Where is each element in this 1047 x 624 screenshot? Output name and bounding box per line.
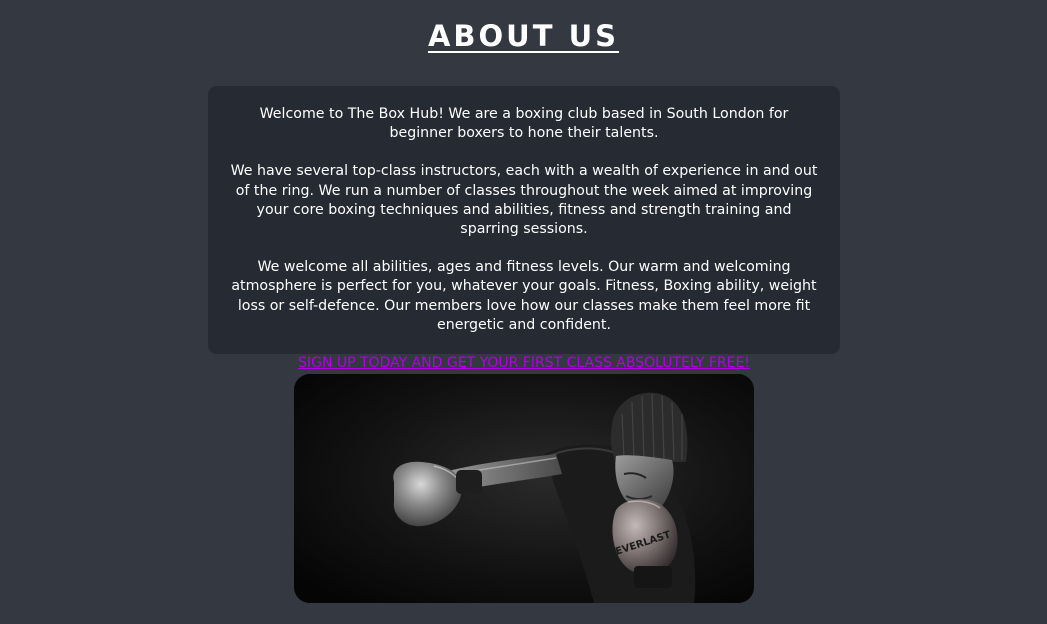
cta-container: SIGN UP TODAY AND GET YOUR FIRST CLASS A… <box>226 354 822 373</box>
boxer-photo: EVERLAST <box>294 374 754 603</box>
signup-link[interactable]: SIGN UP TODAY AND GET YOUR FIRST CLASS A… <box>298 355 750 371</box>
page-title: ABOUT US <box>427 19 620 53</box>
intro-paragraph: Welcome to The Box Hub! We are a boxing … <box>259 106 789 142</box>
about-card: Welcome to The Box Hub! We are a boxing … <box>208 86 840 371</box>
instructors-paragraph: We have several top-class instructors, e… <box>230 163 818 238</box>
welcome-paragraph: We welcome all abilities, ages and fitne… <box>231 259 817 333</box>
